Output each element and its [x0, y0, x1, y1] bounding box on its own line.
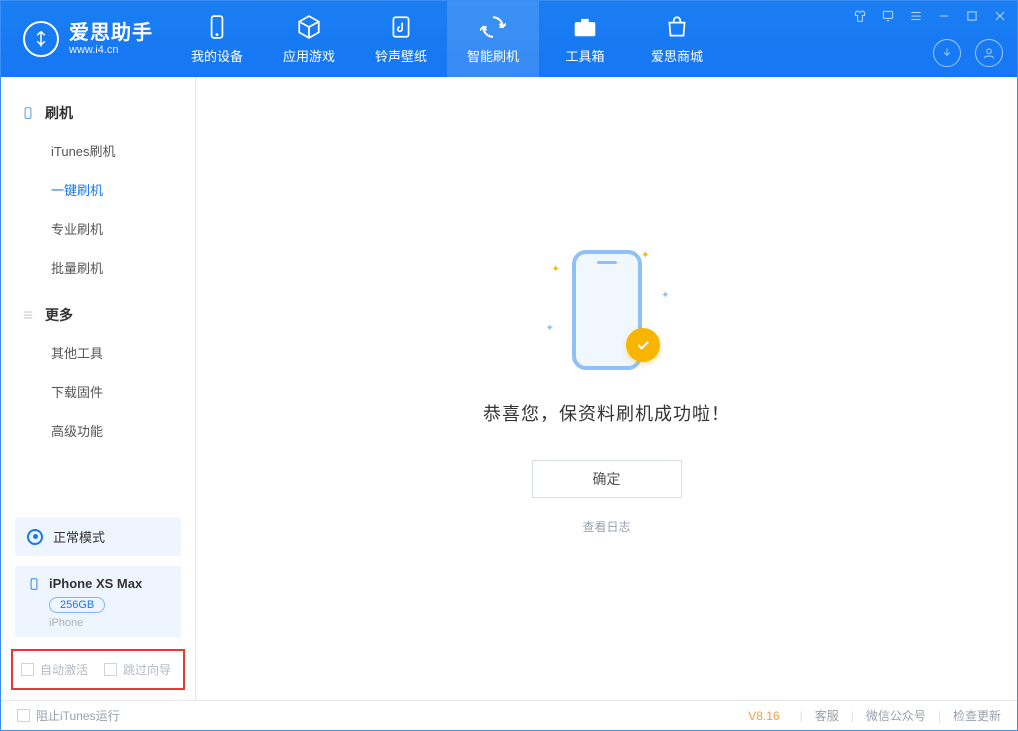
nav-label: 我的设备: [191, 46, 243, 65]
phone-icon: [204, 14, 230, 40]
view-log-link[interactable]: 查看日志: [582, 518, 630, 535]
nav-ringtones-wallpapers[interactable]: 铃声壁纸: [355, 1, 447, 77]
nav-label: 铃声壁纸: [375, 46, 427, 65]
checkbox-icon: [17, 709, 30, 722]
phone-outline-icon: [21, 106, 35, 120]
app-logo-icon: [23, 21, 59, 57]
app-title: 爱思助手: [69, 22, 153, 44]
sidebar-item-other-tools[interactable]: 其他工具: [1, 333, 195, 372]
separator: |: [800, 709, 803, 723]
shopping-bag-icon: [664, 14, 690, 40]
user-account-button[interactable]: [975, 39, 1003, 67]
version-label: V8.16: [748, 709, 779, 723]
toolbox-icon: [572, 14, 598, 40]
status-bar: 阻止iTunes运行 V8.16 | 客服 | 微信公众号 | 检查更新: [1, 700, 1017, 730]
app-body: 刷机 iTunes刷机 一键刷机 专业刷机 批量刷机 更多 其他工具 下载固件 …: [1, 77, 1017, 700]
sidebar-item-pro-flash[interactable]: 专业刷机: [1, 209, 195, 248]
nav-my-device[interactable]: 我的设备: [171, 1, 263, 77]
header-right-actions: [933, 39, 1003, 67]
checkbox-icon: [104, 663, 117, 676]
success-illustration: ✦ ✦ ✦ ✦: [542, 242, 672, 372]
separator: |: [938, 709, 941, 723]
wechat-link[interactable]: 微信公众号: [866, 707, 926, 724]
maximize-icon[interactable]: [963, 7, 981, 25]
nav-label: 应用游戏: [283, 46, 335, 65]
group-label: 更多: [45, 305, 73, 325]
device-mode-label: 正常模式: [53, 527, 105, 546]
device-name: iPhone XS Max: [49, 576, 142, 591]
group-label: 刷机: [45, 103, 73, 123]
cube-icon: [296, 14, 322, 40]
success-message: 恭喜您，保资料刷机成功啦！: [483, 400, 730, 426]
nav-smart-flash[interactable]: 智能刷机: [447, 1, 539, 77]
sidebar-item-advanced[interactable]: 高级功能: [1, 411, 195, 450]
sparkle-icon: ✦: [552, 264, 560, 275]
sparkle-icon: ✦: [641, 250, 649, 261]
checkbox-icon: [21, 663, 34, 676]
logo-area: 爱思助手 www.i4.cn: [1, 21, 171, 57]
app-subtitle: www.i4.cn: [69, 44, 153, 56]
feedback-icon[interactable]: [879, 7, 897, 25]
checkbox-label: 跳过向导: [123, 661, 171, 678]
flash-options-highlight: 自动激活 跳过向导: [11, 649, 185, 690]
nav-label: 工具箱: [565, 46, 604, 65]
checkbox-skip-guide[interactable]: 跳过向导: [104, 661, 171, 678]
sidebar-item-download-firmware[interactable]: 下载固件: [1, 372, 195, 411]
ok-button[interactable]: 确定: [532, 460, 682, 498]
device-storage-badge: 256GB: [49, 597, 105, 613]
sidebar-item-itunes-flash[interactable]: iTunes刷机: [1, 131, 195, 170]
list-icon: [21, 308, 35, 322]
checkbox-block-itunes[interactable]: 阻止iTunes运行: [17, 707, 120, 724]
nav-label: 爱思商城: [651, 46, 703, 65]
sparkle-icon: ✦: [546, 323, 554, 334]
sidebar: 刷机 iTunes刷机 一键刷机 专业刷机 批量刷机 更多 其他工具 下载固件 …: [1, 77, 196, 700]
mode-indicator-icon: [27, 529, 43, 545]
sidebar-group-flash: 刷机: [1, 95, 195, 131]
device-phone-icon: [27, 577, 41, 591]
device-panel: 正常模式 iPhone XS Max 256GB iPhone 自动激活 跳过向…: [1, 517, 195, 700]
menu-icon[interactable]: [907, 7, 925, 25]
sidebar-item-one-click-flash[interactable]: 一键刷机: [1, 170, 195, 209]
device-mode-row[interactable]: 正常模式: [15, 517, 181, 556]
checkbox-auto-activate[interactable]: 自动激活: [21, 661, 88, 678]
app-header: 爱思助手 www.i4.cn 我的设备 应用游戏 铃声壁纸 智能刷机 工具箱 爱…: [1, 1, 1017, 77]
nav-label: 智能刷机: [467, 46, 519, 65]
nav-store[interactable]: 爱思商城: [631, 1, 723, 77]
support-link[interactable]: 客服: [815, 707, 839, 724]
main-nav: 我的设备 应用游戏 铃声壁纸 智能刷机 工具箱 爱思商城: [171, 1, 723, 77]
shirt-icon[interactable]: [851, 7, 869, 25]
nav-toolbox[interactable]: 工具箱: [539, 1, 631, 77]
sidebar-group-more: 更多: [1, 297, 195, 333]
sidebar-item-batch-flash[interactable]: 批量刷机: [1, 248, 195, 287]
refresh-shield-icon: [480, 14, 506, 40]
separator: |: [851, 709, 854, 723]
music-file-icon: [388, 14, 414, 40]
checkbox-label: 自动激活: [40, 661, 88, 678]
nav-apps-games[interactable]: 应用游戏: [263, 1, 355, 77]
close-icon[interactable]: [991, 7, 1009, 25]
minimize-icon[interactable]: [935, 7, 953, 25]
device-info-row[interactable]: iPhone XS Max 256GB iPhone: [15, 566, 181, 637]
window-controls: [851, 7, 1009, 25]
check-update-link[interactable]: 检查更新: [953, 707, 1001, 724]
sparkle-icon: ✦: [661, 290, 669, 301]
main-content: ✦ ✦ ✦ ✦ 恭喜您，保资料刷机成功啦！ 确定 查看日志: [196, 77, 1017, 700]
device-type: iPhone: [49, 617, 169, 629]
check-badge-icon: [626, 328, 660, 362]
download-button[interactable]: [933, 39, 961, 67]
checkbox-label: 阻止iTunes运行: [36, 707, 120, 724]
